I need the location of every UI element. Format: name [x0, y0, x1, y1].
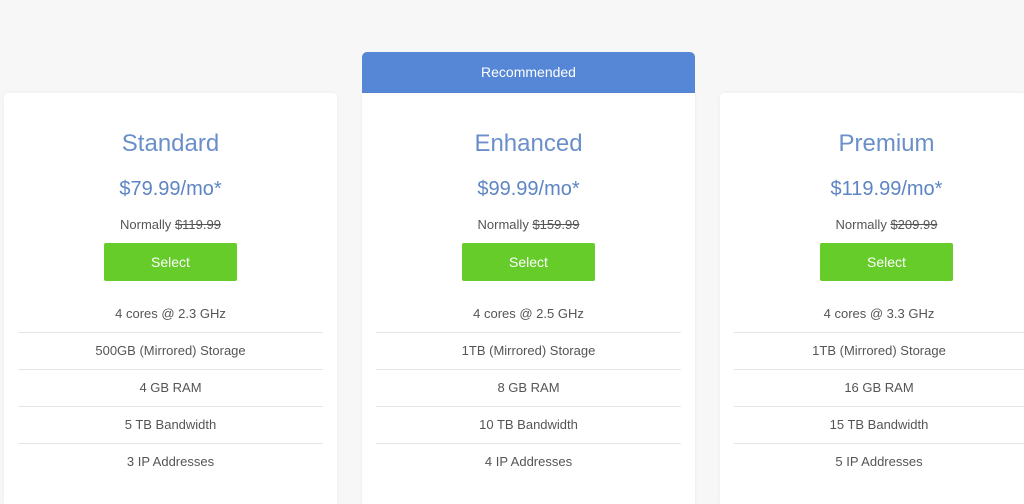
plan-price: $99.99/mo* [477, 178, 580, 200]
feature-cpu: 4 cores @ 2.5 GHz [376, 296, 681, 333]
plan-card-enhanced: Enhanced $99.99/mo* Normally $159.99 Sel… [362, 93, 695, 504]
plan-price: $119.99/mo* [830, 178, 943, 200]
feature-ram: 8 GB RAM [376, 370, 681, 407]
plan-normal-price: Normally $119.99 [4, 216, 337, 234]
select-button-enhanced[interactable]: Select [462, 243, 595, 281]
feature-bandwidth: 10 TB Bandwidth [376, 407, 681, 444]
feature-storage: 1TB (Mirrored) Storage [376, 333, 681, 370]
feature-list: 4 cores @ 2.5 GHz 1TB (Mirrored) Storage… [376, 296, 681, 480]
plan-name: Enhanced [474, 130, 583, 157]
pricing-plans: Recommended Standard $79.99/mo* Normally… [0, 0, 1024, 504]
feature-cpu: 4 cores @ 3.3 GHz [734, 296, 1024, 333]
plan-card-premium: Premium $119.99/mo* Normally $209.99 Sel… [720, 93, 1024, 504]
plan-name: Standard [121, 130, 220, 157]
old-price: $159.99 [532, 217, 580, 232]
feature-ram: 4 GB RAM [18, 370, 323, 407]
old-price: $209.99 [890, 217, 938, 232]
plan-normal-price: Normally $209.99 [720, 216, 1024, 234]
feature-storage: 1TB (Mirrored) Storage [734, 333, 1024, 370]
feature-ip-addresses: 4 IP Addresses [484, 454, 573, 469]
normally-label: Normally [120, 217, 172, 232]
feature-ip-addresses: 3 IP Addresses [126, 454, 215, 469]
plan-name: Premium [838, 130, 935, 157]
feature-cpu: 4 cores @ 2.3 GHz [18, 296, 323, 333]
recommended-banner: Recommended [362, 52, 695, 93]
feature-list: 4 cores @ 3.3 GHz 1TB (Mirrored) Storage… [734, 296, 1024, 480]
feature-storage: 500GB (Mirrored) Storage [18, 333, 323, 370]
feature-ram: 16 GB RAM [734, 370, 1024, 407]
feature-bandwidth: 5 TB Bandwidth [18, 407, 323, 444]
old-price: $119.99 [174, 217, 221, 232]
select-button-standard[interactable]: Select [104, 243, 237, 281]
normally-label: Normally [477, 217, 529, 232]
feature-list: 4 cores @ 2.3 GHz 500GB (Mirrored) Stora… [18, 296, 323, 480]
normally-label: Normally [835, 217, 887, 232]
feature-bandwidth: 15 TB Bandwidth [734, 407, 1024, 444]
plan-card-standard: Standard $79.99/mo* Normally $119.99 Sel… [4, 93, 337, 504]
plan-normal-price: Normally $159.99 [362, 216, 695, 234]
plan-price: $79.99/mo* [119, 178, 222, 200]
feature-ip-addresses: 5 IP Addresses [835, 454, 923, 469]
select-button-premium[interactable]: Select [820, 243, 953, 281]
